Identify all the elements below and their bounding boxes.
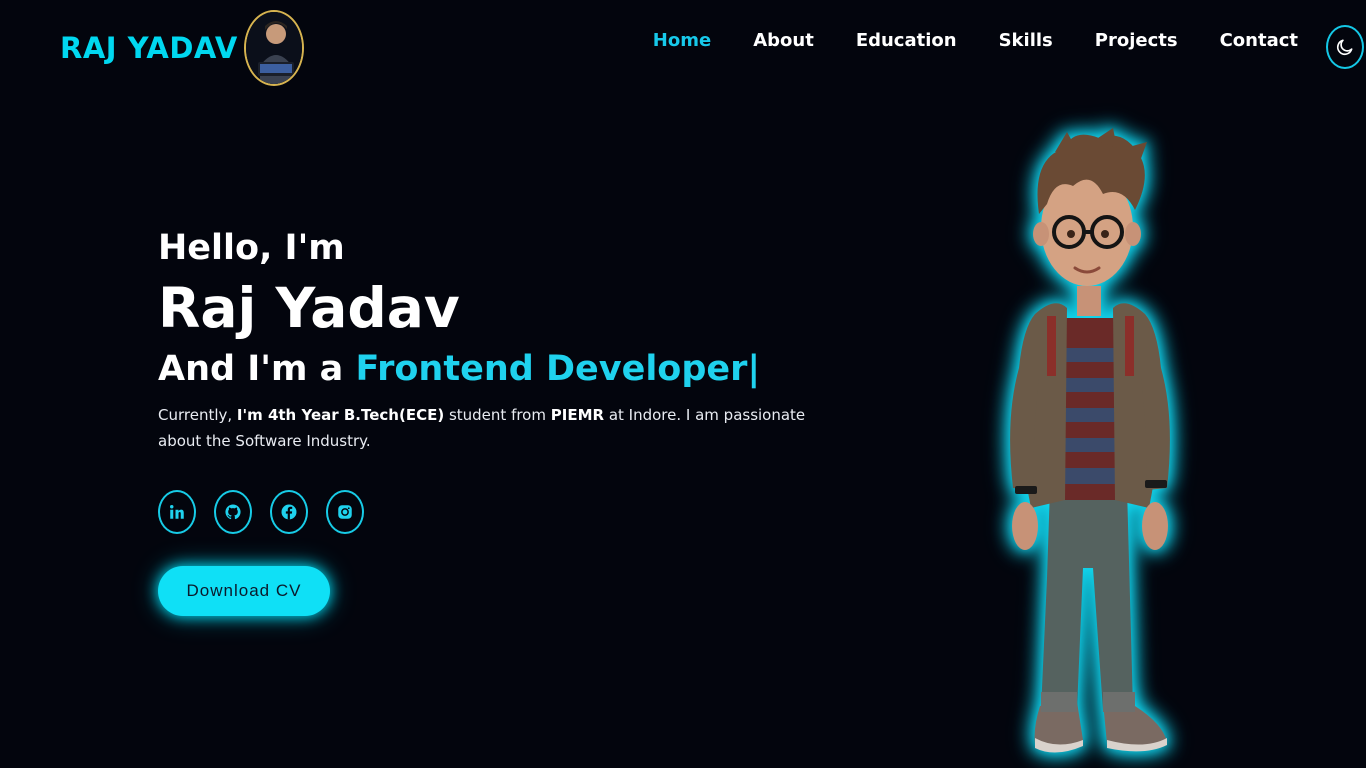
nav-skills[interactable]: Skills (999, 30, 1053, 51)
desc-college: PIEMR (550, 406, 605, 424)
linkedin-link[interactable] (158, 490, 196, 534)
hero-description: Currently, I'm 4th Year B.Tech(ECE) stud… (158, 402, 848, 454)
instagram-link[interactable] (326, 490, 364, 534)
brand[interactable]: RAJ YADAV (60, 10, 304, 86)
github-link[interactable] (214, 490, 252, 534)
instagram-icon (338, 505, 352, 519)
avatar-illustration (245, 12, 302, 84)
github-icon (225, 504, 241, 520)
hero-section: Hello, I'm Raj Yadav And I'm a Frontend … (158, 226, 858, 616)
main-nav: Home About Education Skills Projects Con… (611, 30, 1298, 51)
nav-education[interactable]: Education (856, 30, 957, 51)
social-links (158, 490, 858, 534)
desc-year: I'm 4th Year B.Tech(ECE) (236, 406, 445, 424)
facebook-icon (281, 504, 297, 520)
linkedin-icon (170, 505, 184, 519)
download-cv-button[interactable]: Download CV (158, 566, 330, 616)
hero-role: And I'm a Frontend Developer| (158, 346, 858, 392)
portfolio-page: RAJ YADAV Home About Education Skills Pr… (0, 0, 1366, 768)
brand-name[interactable]: RAJ YADAV (60, 31, 238, 65)
moon-icon (1336, 39, 1353, 56)
nav-home[interactable]: Home (653, 30, 711, 51)
role-prefix: And I'm a (158, 349, 356, 389)
hero-name: Raj Yadav (158, 276, 460, 340)
character-illustration (1010, 128, 1170, 753)
desc-part: Currently, (158, 406, 237, 424)
nav-projects[interactable]: Projects (1095, 30, 1178, 51)
desc-part: student from (444, 406, 551, 424)
nav-contact[interactable]: Contact (1220, 30, 1298, 51)
brand-avatar (243, 10, 304, 86)
role-highlight: Frontend Developer| (355, 349, 761, 389)
nav-about[interactable]: About (753, 30, 814, 51)
facebook-link[interactable] (270, 490, 308, 534)
theme-toggle-button[interactable] (1326, 25, 1364, 69)
greeting: Hello, I'm (158, 228, 345, 268)
